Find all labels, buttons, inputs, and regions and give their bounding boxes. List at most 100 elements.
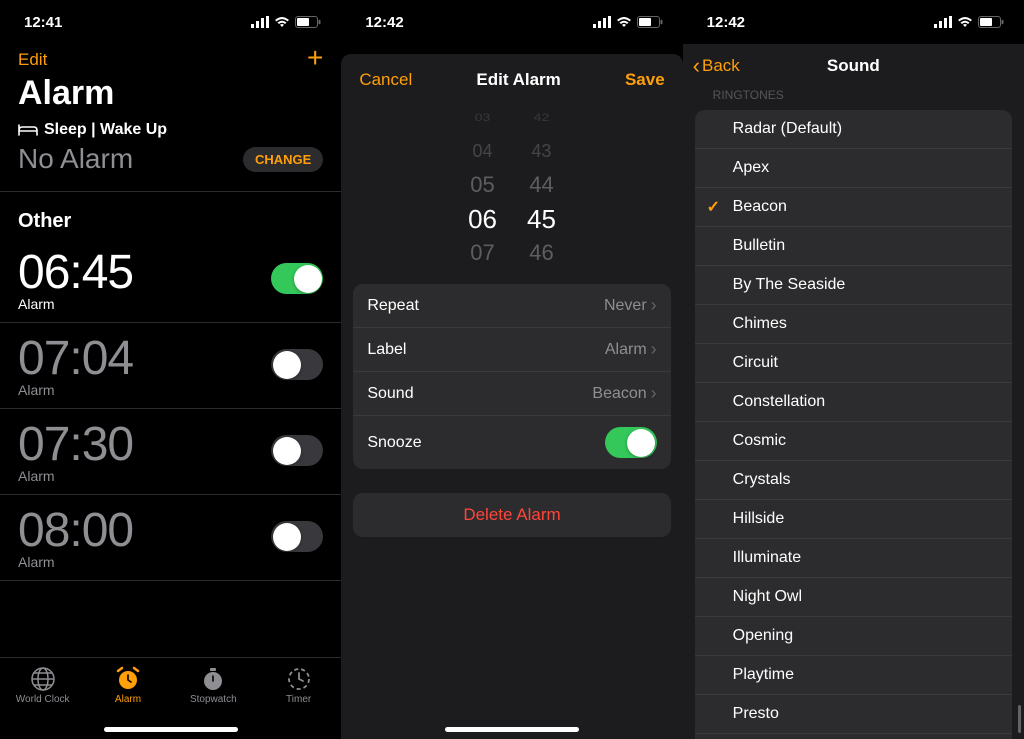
row-label: Sound xyxy=(367,385,413,403)
sound-name: Cosmic xyxy=(733,432,786,450)
alarm-options-group: Repeat Never› Label Alarm› Sound Beacon ›… xyxy=(353,284,670,469)
picker-value: 44 xyxy=(529,168,553,202)
sound-name: Bulletin xyxy=(733,237,785,255)
chevron-left-icon: ‹ xyxy=(693,53,700,79)
alarm-clock-icon xyxy=(115,666,141,692)
sound-option[interactable]: Cosmic xyxy=(695,422,1012,461)
sound-option[interactable]: By The Seaside xyxy=(695,266,1012,305)
status-time: 12:42 xyxy=(365,14,403,31)
other-section-header: Other xyxy=(0,192,341,237)
screen-alarm-list: 12:41 Edit + Alarm Sleep | Wake Up No Al… xyxy=(0,0,341,739)
status-indicators xyxy=(934,16,1004,28)
picker-value: 04 xyxy=(473,134,493,168)
sound-name: Crystals xyxy=(733,471,791,489)
change-button[interactable]: CHANGE xyxy=(243,147,323,172)
wifi-icon xyxy=(274,16,290,28)
tab-stopwatch[interactable]: Stopwatch xyxy=(178,666,248,705)
bed-icon xyxy=(18,123,38,137)
wifi-icon xyxy=(957,16,973,28)
alarm-item[interactable]: 06:45Alarm xyxy=(0,237,341,323)
alarm-toggle[interactable] xyxy=(271,435,323,466)
check-icon: ✓ xyxy=(707,197,720,217)
alarm-toggle[interactable] xyxy=(271,349,323,380)
sound-option[interactable]: Hillside xyxy=(695,500,1012,539)
label-row[interactable]: Label Alarm› xyxy=(353,328,670,372)
add-alarm-button[interactable]: + xyxy=(307,50,323,70)
sound-option[interactable]: Bulletin xyxy=(695,227,1012,266)
alarm-item[interactable]: 07:04Alarm xyxy=(0,323,341,409)
picker-value: 03 xyxy=(475,103,491,130)
sound-option[interactable]: Illuminate xyxy=(695,539,1012,578)
page-title: Sound xyxy=(827,56,880,76)
picker-value: 46 xyxy=(529,236,553,270)
row-value: Beacon xyxy=(592,385,646,403)
status-bar: 12:42 xyxy=(683,0,1024,44)
alarm-item[interactable]: 08:00Alarm xyxy=(0,495,341,581)
sound-option[interactable]: Playtime xyxy=(695,656,1012,695)
save-button[interactable]: Save xyxy=(625,70,665,90)
status-bar: 12:41 xyxy=(0,0,341,44)
home-indicator[interactable] xyxy=(104,727,238,732)
sound-name: Circuit xyxy=(733,354,778,372)
sound-row[interactable]: Sound Beacon › xyxy=(353,372,670,416)
cancel-button[interactable]: Cancel xyxy=(359,70,412,90)
screen-sound-picker: 12:42 ‹ Back Sound RINGTONES Radar (Defa… xyxy=(683,0,1024,739)
status-indicators xyxy=(251,16,321,28)
alarm-time: 08:00 xyxy=(18,503,133,558)
wifi-icon xyxy=(616,16,632,28)
picker-value: 07 xyxy=(470,236,494,270)
chevron-right-icon: › xyxy=(651,295,657,316)
sound-name: Night Owl xyxy=(733,588,802,606)
page-title: Alarm xyxy=(0,70,341,121)
sound-option[interactable]: Crystals xyxy=(695,461,1012,500)
sound-option[interactable]: Radiate xyxy=(695,734,1012,739)
snooze-row: Snooze xyxy=(353,416,670,469)
sound-option[interactable]: Circuit xyxy=(695,344,1012,383)
alarm-item[interactable]: 07:30Alarm xyxy=(0,409,341,495)
time-picker[interactable]: 03040506070809 42434445464748 xyxy=(341,100,682,270)
cellular-icon xyxy=(593,16,611,28)
picker-value: 42 xyxy=(534,103,550,130)
sound-option[interactable]: Night Owl xyxy=(695,578,1012,617)
repeat-row[interactable]: Repeat Never› xyxy=(353,284,670,328)
alarm-toggle[interactable] xyxy=(271,263,323,294)
chevron-right-icon: › xyxy=(651,383,657,404)
sound-name: Radar (Default) xyxy=(733,120,842,138)
minute-column[interactable]: 42434445464748 xyxy=(527,100,556,270)
hour-column[interactable]: 03040506070809 xyxy=(468,100,497,270)
tab-timer[interactable]: Timer xyxy=(264,666,334,705)
tab-alarm[interactable]: Alarm xyxy=(93,666,163,705)
screen-edit-alarm: 12:42 Cancel Edit Alarm Save 03040506070… xyxy=(341,0,682,739)
status-time: 12:41 xyxy=(24,14,62,31)
picker-value: 06 xyxy=(468,202,497,236)
sleep-section-header: Sleep | Wake Up xyxy=(0,121,341,143)
tab-label: Stopwatch xyxy=(190,694,237,705)
battery-icon xyxy=(637,16,663,28)
battery-icon xyxy=(295,16,321,28)
sound-option[interactable]: Chimes xyxy=(695,305,1012,344)
snooze-toggle[interactable] xyxy=(605,427,657,458)
cellular-icon xyxy=(934,16,952,28)
sound-option[interactable]: Constellation xyxy=(695,383,1012,422)
alarm-toggle[interactable] xyxy=(271,521,323,552)
sound-option[interactable]: Presto xyxy=(695,695,1012,734)
row-value: Alarm xyxy=(605,341,647,359)
back-button[interactable]: ‹ Back xyxy=(693,53,740,79)
cellular-icon xyxy=(251,16,269,28)
sound-name: Playtime xyxy=(733,666,794,684)
status-indicators xyxy=(593,16,663,28)
picker-value: 43 xyxy=(531,134,551,168)
timer-icon xyxy=(286,666,312,692)
sound-option[interactable]: Radar (Default) xyxy=(695,110,1012,149)
home-indicator[interactable] xyxy=(445,727,579,732)
sound-option[interactable]: ✓Beacon xyxy=(695,188,1012,227)
tab-world-clock[interactable]: World Clock xyxy=(8,666,78,705)
sound-option[interactable]: Opening xyxy=(695,617,1012,656)
edit-button[interactable]: Edit xyxy=(18,50,47,70)
stopwatch-icon xyxy=(200,666,226,692)
sound-option[interactable]: Apex xyxy=(695,149,1012,188)
sleep-label: Sleep | Wake Up xyxy=(44,121,167,139)
scroll-indicator[interactable] xyxy=(1018,705,1021,733)
alarm-time: 06:45 xyxy=(18,245,133,300)
delete-alarm-button[interactable]: Delete Alarm xyxy=(353,493,670,537)
